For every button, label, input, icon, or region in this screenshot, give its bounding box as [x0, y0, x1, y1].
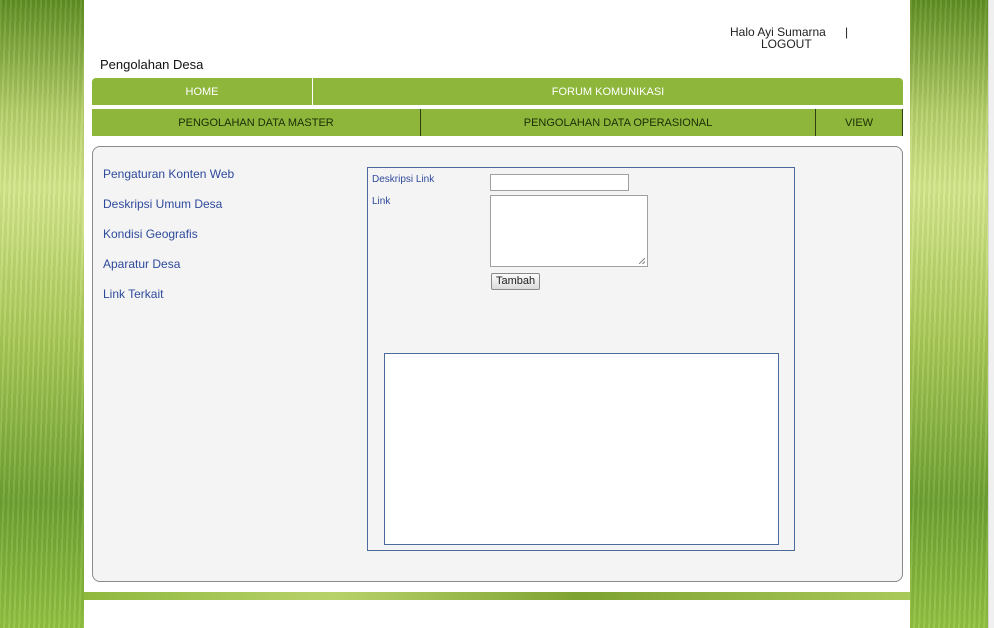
- header-separator: |: [845, 25, 849, 39]
- nav-view[interactable]: VIEW: [816, 109, 903, 136]
- nav-home[interactable]: HOME: [92, 78, 313, 105]
- page-container: Halo Ayi Sumarna | LOGOUT Pengolahan Des…: [84, 0, 910, 628]
- site-title: Pengolahan Desa: [100, 57, 204, 72]
- link-form: Deskripsi Link Link Tambah: [367, 167, 795, 551]
- resize-grip-icon[interactable]: [639, 258, 645, 264]
- content-panel: Pengaturan Konten Web Deskripsi Umum Des…: [92, 146, 903, 582]
- primary-nav: HOME FORUM KOMUNIKASI: [92, 78, 903, 105]
- sidebar-menu: Pengaturan Konten Web Deskripsi Umum Des…: [103, 167, 234, 317]
- sidebar-item-link-terkait[interactable]: Link Terkait: [103, 287, 234, 317]
- bottom-decoration-band: [84, 592, 910, 600]
- nav-pengolahan-data-master[interactable]: PENGOLAHAN DATA MASTER: [92, 109, 421, 136]
- add-button[interactable]: Tambah: [491, 273, 541, 290]
- nav-forum-komunikasi[interactable]: FORUM KOMUNIKASI: [313, 78, 903, 105]
- link-label: Link: [372, 196, 391, 207]
- link-list-box: [384, 353, 779, 545]
- background-grass-left: [0, 0, 84, 628]
- link-textarea[interactable]: [490, 195, 648, 267]
- secondary-nav: PENGOLAHAN DATA MASTER PENGOLAHAN DATA O…: [92, 109, 903, 136]
- user-area: Halo Ayi Sumarna | LOGOUT: [730, 26, 848, 50]
- desc-link-input[interactable]: [490, 174, 629, 191]
- logout-link[interactable]: LOGOUT: [730, 38, 826, 50]
- background-grass-right: [910, 0, 988, 628]
- nav-pengolahan-data-operasional[interactable]: PENGOLAHAN DATA OPERASIONAL: [421, 109, 816, 136]
- sidebar-item-aparatur-desa[interactable]: Aparatur Desa: [103, 257, 234, 287]
- desc-link-label: Deskripsi Link: [372, 174, 435, 185]
- sidebar-item-kondisi-geografis[interactable]: Kondisi Geografis: [103, 227, 234, 257]
- sidebar-item-deskripsi-umum-desa[interactable]: Deskripsi Umum Desa: [103, 197, 234, 227]
- page-scrollbar[interactable]: [988, 0, 994, 628]
- sidebar-item-pengaturan-konten-web[interactable]: Pengaturan Konten Web: [103, 167, 234, 197]
